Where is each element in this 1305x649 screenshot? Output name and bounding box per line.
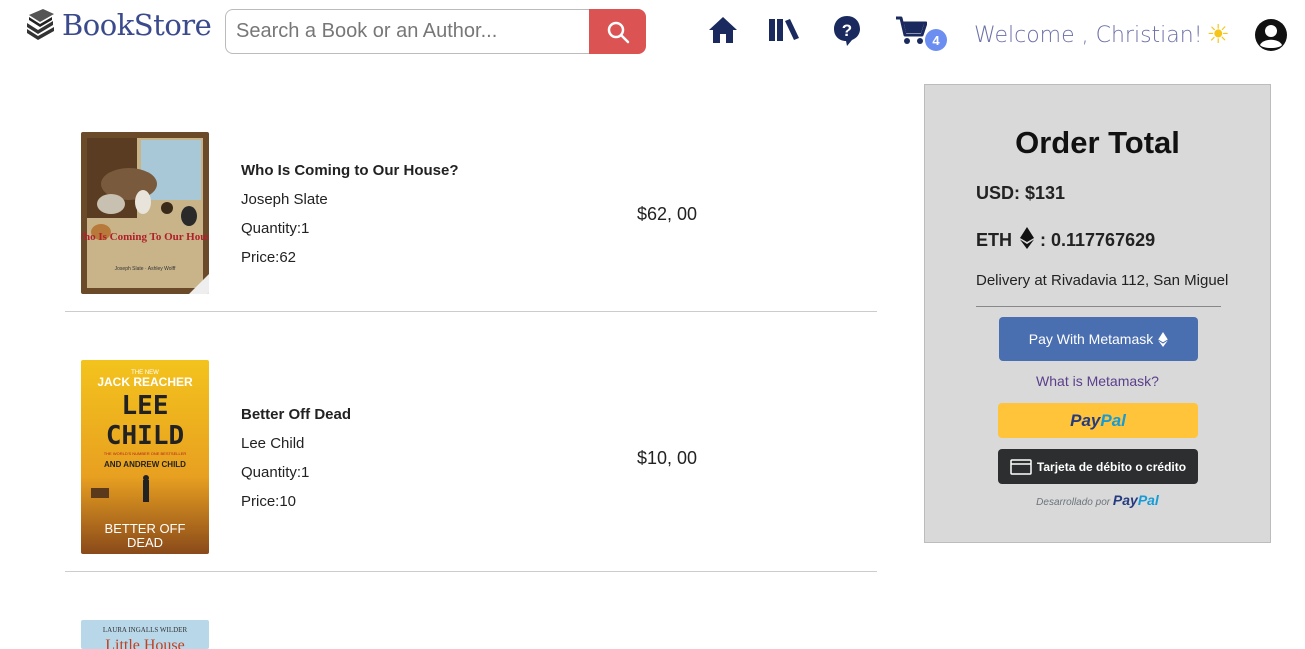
book-cover-image[interactable]: THE NEW JACK REACHER LEE CHILD THE WORLD… — [81, 360, 209, 554]
item-info: Better Off Dead Lee Child Quantity:1 Pri… — [241, 406, 351, 522]
cover-title-line1: BETTER OFF — [105, 521, 186, 536]
powered-by-paypal: Desarrollado por PayPal — [925, 492, 1270, 508]
cart-icon — [896, 16, 928, 44]
search-input[interactable] — [225, 9, 589, 54]
cart-item: LAURA INGALLS WILDER Little House — [65, 572, 877, 649]
pay-with-metamask-button[interactable]: Pay With Metamask — [999, 317, 1198, 361]
bookstore-logo[interactable]: BookStore — [24, 8, 212, 42]
svg-text:?: ? — [842, 21, 852, 40]
sun-icon: ☀ — [1206, 20, 1230, 50]
cover-title-text: Little House — [105, 637, 185, 649]
cover-author-last: CHILD — [106, 421, 184, 451]
card-button-label: Tarjeta de débito o crédito — [1036, 459, 1187, 474]
ethereum-icon — [1020, 227, 1034, 249]
paypal-wordmark-pay: Pay — [1112, 492, 1138, 508]
welcome-text: Welcome , Christian! — [974, 22, 1203, 48]
cart-item: THE NEW JACK REACHER LEE CHILD THE WORLD… — [65, 312, 877, 572]
book-cover-illustration: Who Is Coming To Our House? Joseph Slate… — [81, 132, 209, 294]
metamask-button-label: Pay With Metamask — [1028, 331, 1154, 347]
home-icon — [709, 17, 737, 43]
item-title[interactable]: Who Is Coming to Our House? — [241, 162, 459, 179]
order-summary-panel: Order Total USD: $131 ETH : 0.117767629 … — [924, 84, 1271, 543]
item-quantity: Quantity:1 — [241, 220, 310, 237]
home-button[interactable] — [707, 14, 739, 51]
item-quantity: Quantity:1 — [241, 464, 310, 481]
help-icon: ? — [834, 16, 860, 46]
books-logo-icon — [27, 9, 54, 40]
item-author: Lee Child — [241, 435, 305, 452]
welcome-message: Welcome , Christian! ☀ — [974, 20, 1230, 50]
item-total: $62, 00 — [637, 204, 698, 224]
cover-author-first: LEE — [122, 391, 169, 421]
cart-count-badge: 4 — [925, 29, 947, 51]
divider — [976, 306, 1221, 307]
cover-tagline: THE WORLD'S NUMBER ONE BESTSELLER — [104, 451, 187, 456]
usd-total: USD: $131 — [976, 183, 1066, 203]
logo-text: BookStore — [62, 8, 212, 42]
cart-button[interactable] — [895, 15, 928, 52]
book-cover-image[interactable]: Who Is Coming To Our House? Joseph Slate… — [81, 132, 209, 294]
cover-byline-text: Joseph Slate · Ashley Wolff — [115, 266, 176, 272]
book-cover-illustration: LAURA INGALLS WILDER Little House — [81, 620, 209, 649]
paypal-logo-pal: Pal — [1100, 410, 1126, 430]
order-total-title: Order Total — [1015, 125, 1180, 160]
item-price: Price:62 — [241, 249, 297, 266]
ethereum-icon — [1158, 331, 1169, 347]
library-icon — [769, 19, 799, 41]
item-info: Who Is Coming to Our House? Joseph Slate… — [241, 162, 459, 278]
cover-title-text: Who Is Coming To Our House? — [81, 231, 209, 243]
user-account-button[interactable] — [1254, 18, 1288, 57]
cover-series-text: JACK REACHER — [97, 375, 193, 389]
item-price: Price:10 — [241, 493, 297, 510]
library-button[interactable] — [768, 16, 800, 49]
eth-total: ETH : 0.117767629 — [976, 227, 1155, 253]
cover-author-text: LAURA INGALLS WILDER — [103, 626, 188, 634]
paypal-wordmark: PayPal — [1113, 492, 1159, 508]
powered-by-text: Desarrollado por — [1036, 497, 1111, 508]
paypal-button[interactable]: Pay Pal — [998, 403, 1198, 438]
user-icon — [1255, 19, 1287, 51]
cover-title-line2: DEAD — [127, 535, 163, 550]
eth-label: ETH — [976, 229, 1012, 250]
credit-card-icon — [1010, 458, 1032, 475]
what-is-metamask-link[interactable]: What is Metamask? — [925, 373, 1270, 389]
search-icon — [607, 21, 629, 43]
eth-value: : 0.117767629 — [1040, 229, 1156, 250]
cover-coauthor: AND ANDREW CHILD — [104, 460, 186, 469]
cart-item: Who Is Coming To Our House? Joseph Slate… — [65, 84, 877, 312]
search-button[interactable] — [589, 9, 646, 54]
paypal-logo-pay: Pay — [1070, 410, 1101, 430]
search-bar — [225, 9, 646, 54]
item-title[interactable]: Better Off Dead — [241, 406, 351, 423]
item-total: $10, 00 — [637, 448, 698, 468]
delivery-address: Delivery at Rivadavia 112, San Miguel — [976, 272, 1229, 289]
help-button[interactable]: ? — [833, 15, 861, 52]
paypal-wordmark-pal: Pal — [1137, 492, 1159, 508]
book-cover-illustration: THE NEW JACK REACHER LEE CHILD THE WORLD… — [81, 360, 209, 554]
item-author: Joseph Slate — [241, 191, 328, 208]
book-cover-image[interactable]: LAURA INGALLS WILDER Little House — [81, 620, 209, 649]
debit-credit-card-button[interactable]: Tarjeta de débito o crédito — [998, 449, 1198, 484]
